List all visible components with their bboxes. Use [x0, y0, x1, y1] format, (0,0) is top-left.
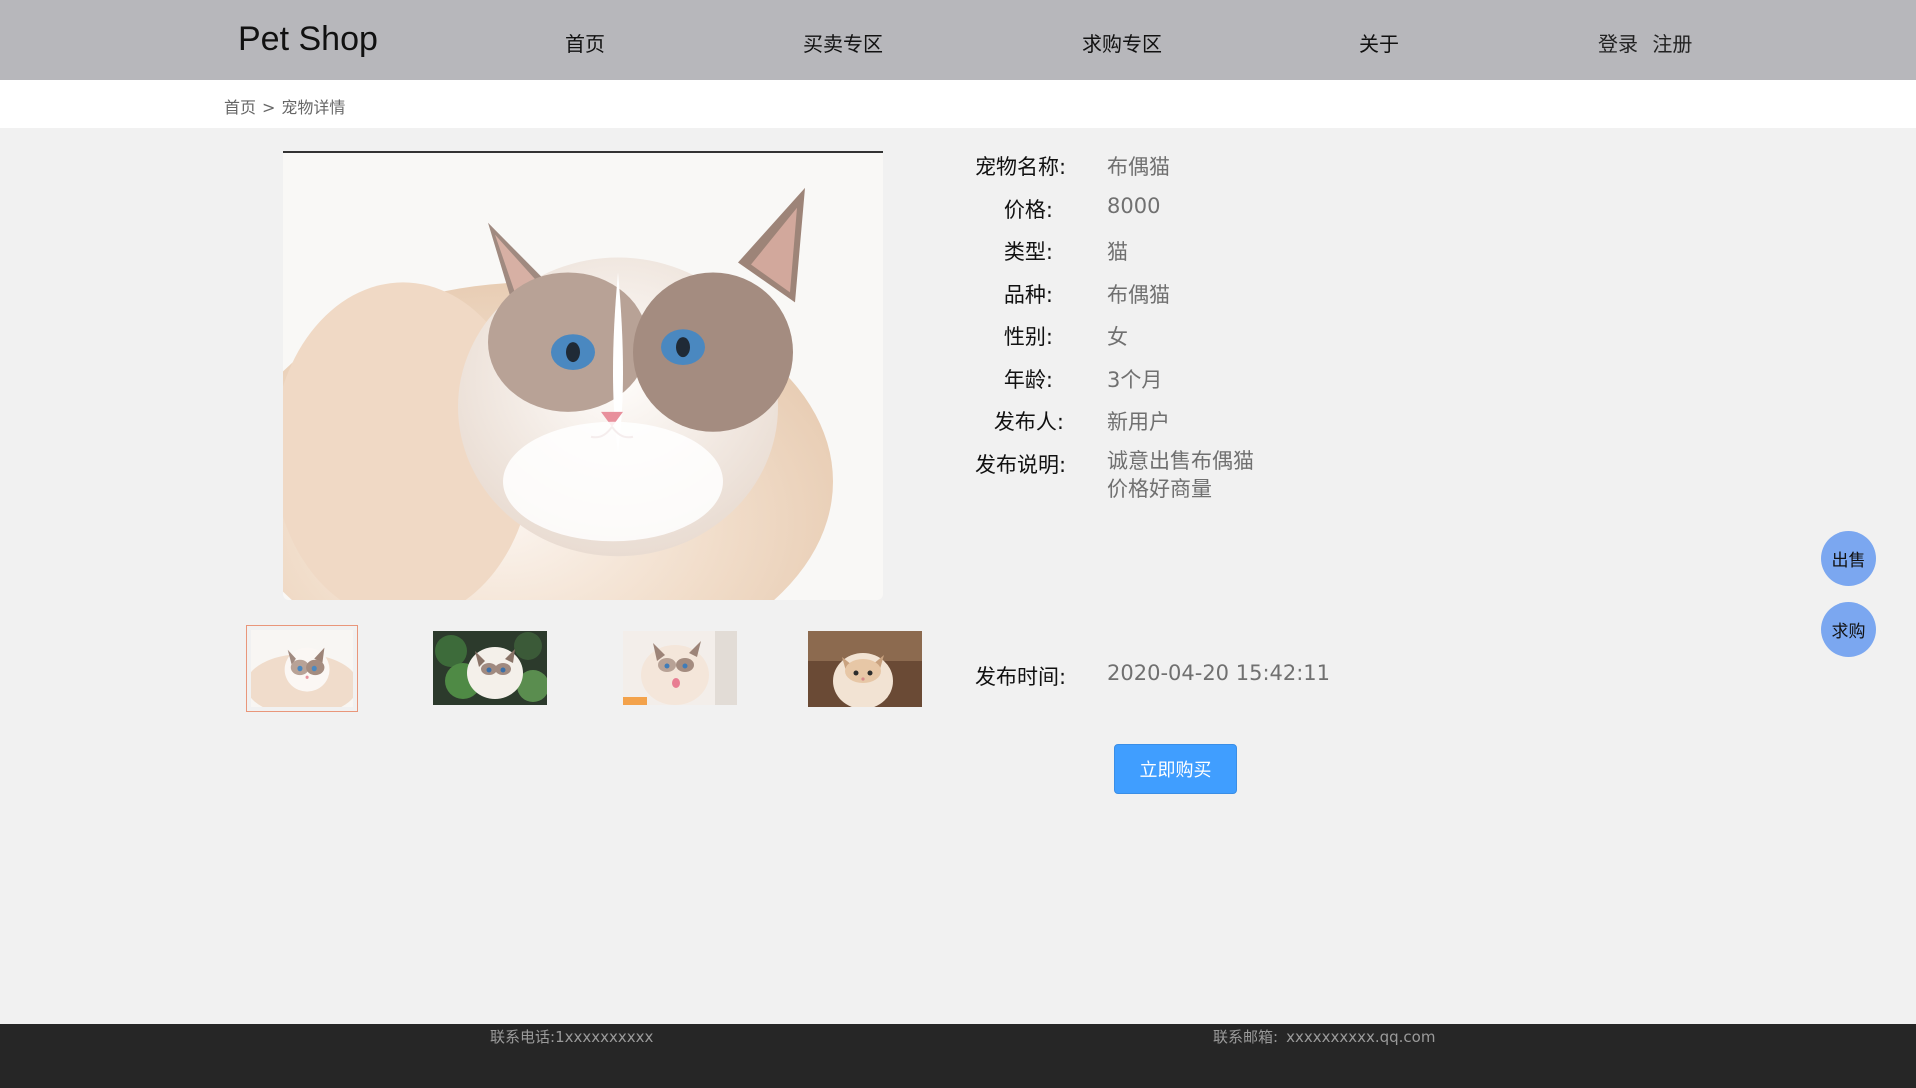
- thumbnail-4[interactable]: [808, 631, 922, 707]
- label-age: 年龄:: [1003, 368, 1053, 392]
- footer: [0, 1024, 1916, 1088]
- label-price: 价格:: [1003, 198, 1053, 222]
- breadcrumb-home[interactable]: 首页: [224, 98, 256, 117]
- footer-email: 联系邮箱: xxxxxxxxxx.qq.com: [1213, 1026, 1435, 1047]
- nav-trade-zone[interactable]: 买卖专区: [803, 28, 883, 57]
- breadcrumb: 首页 > 宠物详情: [224, 94, 345, 118]
- label-pet-name: 宠物名称:: [975, 155, 1067, 179]
- label-breed: 品种:: [1003, 283, 1053, 307]
- value-gender: 女: [1107, 325, 1128, 349]
- top-nav-bar: Pet Shop 首页 买卖专区 求购专区 关于 登录 注册: [0, 0, 1916, 80]
- breadcrumb-current: 宠物详情: [281, 98, 346, 117]
- value-age: 3个月: [1107, 368, 1163, 392]
- value-publish-time: 2020-04-20 15:42:11: [1107, 661, 1331, 685]
- nav-home[interactable]: 首页: [565, 28, 605, 57]
- float-want-button[interactable]: 求购: [1821, 602, 1876, 657]
- value-type: 猫: [1107, 240, 1128, 264]
- label-gender: 性别:: [1003, 325, 1053, 349]
- footer-email-value: xxxxxxxxxx.qq.com: [1286, 1028, 1436, 1046]
- thumbnail-1[interactable]: [246, 625, 358, 712]
- label-publisher: 发布人:: [993, 410, 1064, 434]
- description-line-1: 诚意出售布偶猫: [1107, 449, 1254, 473]
- thumbnail-3[interactable]: [623, 631, 737, 705]
- login-link[interactable]: 登录: [1598, 32, 1638, 56]
- buy-now-button[interactable]: 立即购买: [1114, 744, 1237, 794]
- value-publisher: 新用户: [1107, 410, 1170, 434]
- value-breed: 布偶猫: [1107, 283, 1170, 307]
- footer-phone-label: 联系电话:: [490, 1028, 556, 1046]
- label-publish-time: 发布时间:: [975, 665, 1067, 689]
- value-description: 诚意出售布偶猫 价格好商量: [1107, 447, 1254, 503]
- breadcrumb-bar: 首页 > 宠物详情: [0, 80, 1916, 128]
- label-type: 类型:: [1003, 240, 1053, 264]
- nav-about[interactable]: 关于: [1359, 28, 1399, 57]
- footer-email-label: 联系邮箱:: [1213, 1028, 1279, 1046]
- footer-phone-value: 1xxxxxxxxxx: [555, 1028, 654, 1046]
- float-sell-button[interactable]: 出售: [1821, 531, 1876, 586]
- pet-main-photo: [283, 151, 883, 600]
- register-link[interactable]: 注册: [1652, 32, 1692, 56]
- value-price: 8000: [1107, 194, 1161, 218]
- thumbnail-2[interactable]: [433, 631, 547, 705]
- nav-wanted-zone[interactable]: 求购专区: [1082, 28, 1162, 57]
- footer-phone: 联系电话:1xxxxxxxxxx: [490, 1026, 653, 1047]
- auth-links: 登录 注册: [1598, 28, 1692, 57]
- label-description: 发布说明:: [975, 453, 1067, 477]
- value-pet-name: 布偶猫: [1107, 155, 1170, 179]
- breadcrumb-separator: >: [262, 98, 276, 117]
- brand-logo[interactable]: Pet Shop: [238, 20, 378, 59]
- description-line-2: 价格好商量: [1107, 477, 1212, 501]
